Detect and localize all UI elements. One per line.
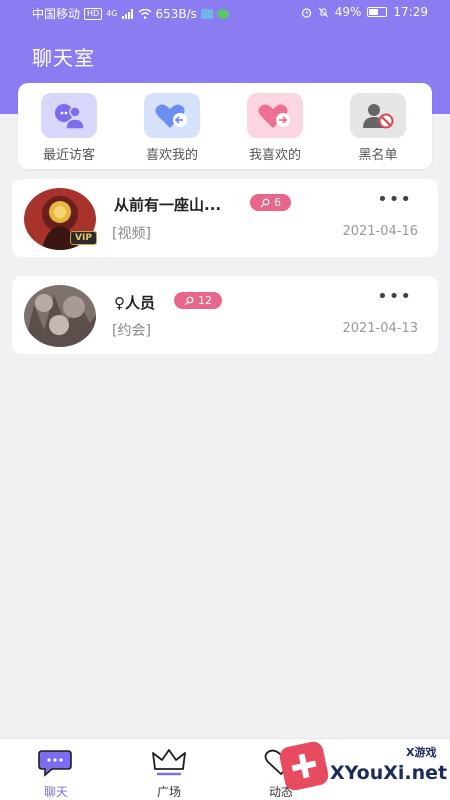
clock: 17:29 xyxy=(393,5,428,19)
watermark-logo-icon xyxy=(277,739,331,793)
page-title: 聊天室 xyxy=(32,46,95,70)
heart-in-icon xyxy=(144,93,200,138)
watermark-text: XYouXi.net xyxy=(330,762,448,784)
notification-app-icon xyxy=(200,8,213,19)
blocked-user-icon xyxy=(350,93,406,138)
avatar[interactable] xyxy=(24,285,96,347)
watermark: X游戏 XYouXi.net xyxy=(277,739,450,800)
chat-icon xyxy=(38,750,72,777)
unread-count-badge: 12 xyxy=(174,292,222,309)
watermark-small-text: X游戏 xyxy=(406,746,437,759)
battery-percent: 49% xyxy=(334,5,362,19)
contact-name: 从前有一座山... xyxy=(114,196,222,214)
vip-badge: VIP xyxy=(70,231,97,245)
chat-list-item[interactable]: ♀人员 12 ••• [约会] 2021-04-13 xyxy=(12,276,438,354)
battery-icon xyxy=(367,7,388,17)
message-date: 2021-04-16 xyxy=(342,224,418,239)
tab-square-label: 广场 xyxy=(156,785,181,799)
blacklist-button[interactable]: 黑名单 xyxy=(338,93,418,163)
liked-me-button[interactable]: 喜欢我的 xyxy=(132,93,212,163)
liked-me-label: 喜欢我的 xyxy=(145,148,198,163)
tab-square[interactable]: 广场 xyxy=(139,747,199,800)
badge-count: 6 xyxy=(274,196,281,209)
i-liked-label: 我喜欢的 xyxy=(248,148,301,163)
alarm-icon xyxy=(301,7,311,18)
unread-count-badge: 6 xyxy=(250,194,291,211)
mute-icon xyxy=(318,7,329,17)
message-date: 2021-04-13 xyxy=(342,321,418,336)
heart-out-icon xyxy=(247,93,303,138)
blacklist-label: 黑名单 xyxy=(358,148,398,163)
contact-name: ♀人员 xyxy=(114,294,155,312)
recent-visitors-label: 最近访客 xyxy=(42,148,95,163)
network-speed: 653B/s xyxy=(155,6,197,21)
chat-list-item[interactable]: VIP 从前有一座山... 6 ••• [视频] 2021-04-16 xyxy=(12,179,438,257)
carrier-label: 中国移动 xyxy=(32,7,81,21)
status-bar: 中国移动 HD 4G 653B/s 49% 17:29 xyxy=(0,0,450,26)
visitor-icon xyxy=(41,93,97,138)
i-liked-button[interactable]: 我喜欢的 xyxy=(235,93,315,163)
more-options-button[interactable]: ••• xyxy=(377,189,412,210)
crown-icon xyxy=(152,749,186,776)
network-type: 4G xyxy=(106,9,118,18)
badge-count: 12 xyxy=(198,294,212,307)
hd-badge: HD xyxy=(84,7,103,20)
last-message: [约会] xyxy=(112,323,151,339)
wifi-icon xyxy=(138,8,151,19)
more-options-button[interactable]: ••• xyxy=(377,286,412,307)
last-message: [视频] xyxy=(112,226,151,242)
quick-actions-card: 最近访客 喜欢我的 我喜欢的 黑名单 xyxy=(18,83,432,169)
tab-chat[interactable]: 聊天 xyxy=(26,747,86,800)
female-icon xyxy=(260,198,270,207)
tab-chat-label: 聊天 xyxy=(43,785,68,799)
female-icon xyxy=(184,296,194,305)
signal-icon xyxy=(121,8,133,19)
recent-visitors-button[interactable]: 最近访客 xyxy=(29,93,109,163)
wechat-notification-icon xyxy=(216,8,229,19)
